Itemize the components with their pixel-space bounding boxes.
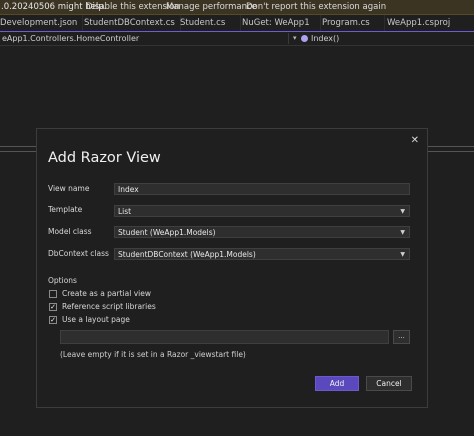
extension-warning-infobar: .0.20240506 might help. Disable this ext… <box>0 0 474 15</box>
member-navigation-dropdown[interactable]: Index() <box>311 32 339 45</box>
chevron-down-icon: ▼ <box>400 251 405 258</box>
tab-label: Development.json <box>0 18 78 28</box>
layout-page-checkbox[interactable]: ✓ <box>49 316 57 324</box>
tab-development-json[interactable]: Development.json <box>0 15 83 31</box>
partial-view-checkbox[interactable] <box>49 290 57 298</box>
close-icon[interactable]: ✕ <box>411 135 419 146</box>
editor-divider <box>427 146 474 147</box>
layout-page-label[interactable]: Use a layout page <box>62 315 130 324</box>
tab-program[interactable]: Program.cs <box>320 15 385 31</box>
checkmark-icon: ✓ <box>50 303 56 311</box>
model-class-select[interactable]: Student (WeApp1.Models) ▼ <box>114 226 410 238</box>
tab-label: NuGet: WeApp1 <box>242 18 310 28</box>
editor-divider <box>0 146 36 147</box>
script-libraries-label[interactable]: Reference script libraries <box>62 302 156 311</box>
tab-label: StudentDBContext.cs <box>84 18 175 28</box>
template-value: List <box>118 207 132 216</box>
method-icon <box>301 35 308 42</box>
layout-hint-text: (Leave empty if it is set in a Razor _vi… <box>60 350 246 359</box>
view-name-label: View name <box>48 184 90 193</box>
chevron-down-icon[interactable]: ▾ <box>293 32 297 45</box>
template-label: Template <box>48 205 83 214</box>
options-heading: Options <box>48 276 77 285</box>
tab-studentdbcontext[interactable]: StudentDBContext.cs <box>82 15 181 31</box>
dbcontext-class-label: DbContext class <box>48 249 109 258</box>
add-razor-view-dialog: ✕ Add Razor View View name Index Templat… <box>36 128 428 408</box>
editor-divider <box>0 151 36 152</box>
cancel-button[interactable]: Cancel <box>366 376 412 391</box>
class-navigation-dropdown[interactable]: eApp1.Controllers.HomeController <box>2 32 139 45</box>
code-navigation-bar: eApp1.Controllers.HomeController ▾ Index… <box>0 32 474 46</box>
browse-button[interactable]: ... <box>393 330 410 344</box>
navbar-divider <box>288 33 289 44</box>
view-name-input[interactable]: Index <box>114 183 410 195</box>
chevron-down-icon: ▼ <box>400 229 405 236</box>
dialog-title: Add Razor View <box>48 150 161 166</box>
dbcontext-class-select[interactable]: StudentDBContext (WeApp1.Models) ▼ <box>114 248 410 260</box>
tab-label: Student.cs <box>180 18 226 28</box>
tab-label: WeApp1.csproj <box>387 18 451 28</box>
editor-divider <box>427 151 474 152</box>
tab-csproj[interactable]: WeApp1.csproj <box>385 15 474 31</box>
layout-page-path-input[interactable] <box>60 330 389 344</box>
dont-report-extension-link[interactable]: Don't report this extension again <box>246 0 386 14</box>
model-class-label: Model class <box>48 227 92 236</box>
dbcontext-class-value: StudentDBContext (WeApp1.Models) <box>118 250 256 259</box>
tab-student[interactable]: Student.cs <box>178 15 241 31</box>
checkmark-icon: ✓ <box>50 316 56 324</box>
add-button[interactable]: Add <box>315 376 359 391</box>
tab-label: Program.cs <box>322 18 370 28</box>
template-select[interactable]: List ▼ <box>114 205 410 217</box>
manage-performance-link[interactable]: Manage performance <box>166 0 257 14</box>
view-name-value: Index <box>118 185 139 194</box>
script-libraries-checkbox[interactable]: ✓ <box>49 303 57 311</box>
model-class-value: Student (WeApp1.Models) <box>118 228 216 237</box>
partial-view-label[interactable]: Create as a partial view <box>62 289 151 298</box>
chevron-down-icon: ▼ <box>400 208 405 215</box>
tab-nuget[interactable]: NuGet: WeApp1 <box>240 15 321 31</box>
document-tab-strip: Development.json StudentDBContext.cs Stu… <box>0 15 474 31</box>
